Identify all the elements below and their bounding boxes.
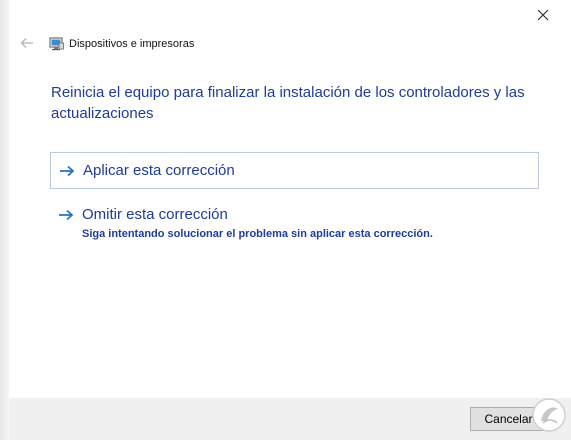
page-heading: Reinicia el equipo para finalizar la ins… bbox=[51, 84, 525, 122]
dialog-footer: Cancelar bbox=[9, 398, 571, 440]
apply-fix-row: Aplicar esta corrección bbox=[59, 162, 235, 179]
apply-fix-option[interactable]: Aplicar esta corrección bbox=[50, 152, 539, 189]
skip-fix-label: Omitir esta corrección bbox=[82, 206, 228, 223]
skip-fix-description: Siga intentando solucionar el problema s… bbox=[82, 228, 433, 240]
back-button[interactable] bbox=[17, 34, 37, 52]
back-arrow-icon bbox=[20, 38, 33, 48]
devices-printers-icon bbox=[49, 37, 64, 51]
arrow-right-icon bbox=[59, 209, 74, 220]
close-button[interactable] bbox=[528, 3, 558, 27]
skip-fix-row: Omitir esta corrección bbox=[58, 206, 228, 223]
window-title: Dispositivos e impresoras bbox=[49, 36, 194, 52]
watermark-logo-icon bbox=[532, 398, 566, 432]
arrow-right-icon bbox=[60, 165, 75, 176]
close-icon bbox=[537, 9, 549, 21]
window-left-edge bbox=[0, 0, 9, 440]
skip-fix-option[interactable]: Omitir esta corrección Siga intentando s… bbox=[50, 204, 539, 244]
window-title-label: Dispositivos e impresoras bbox=[69, 38, 195, 50]
apply-fix-label: Aplicar esta corrección bbox=[83, 162, 235, 179]
